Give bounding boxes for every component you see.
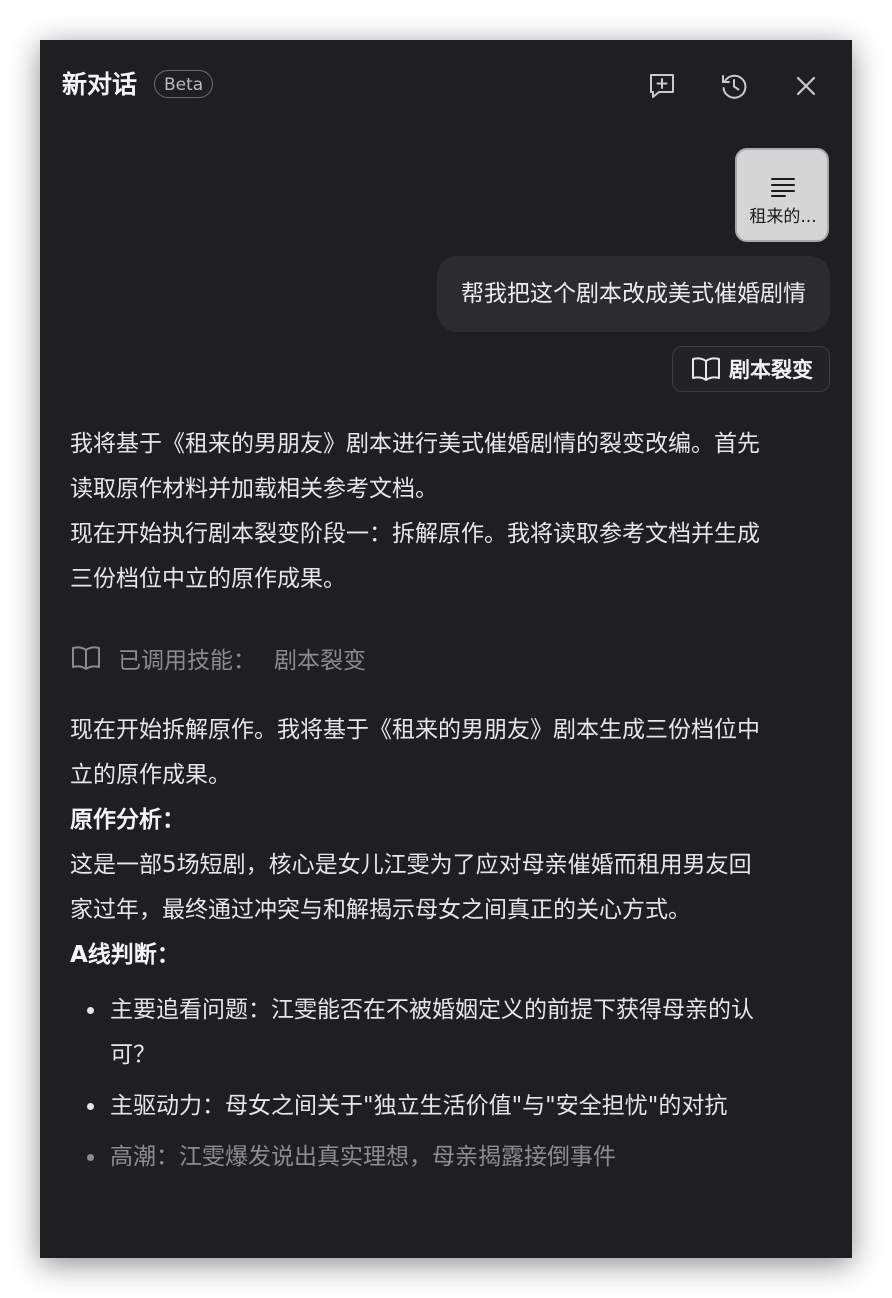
analysis-text: 这是一部5场短剧，核心是女儿江雯为了应对母亲催婚而租用男友回家过年，最终通过冲突… (70, 852, 752, 923)
panel-title: 新对话 (62, 70, 138, 99)
new-chat-icon (650, 74, 674, 98)
invoked-skill-name: 剧本裂变 (274, 648, 366, 674)
book-icon (72, 646, 100, 670)
invoked-label: 已调用技能： (118, 648, 256, 674)
intro-paragraph-2: 现在开始执行剧本裂变阶段一：拆解原作。我将读取参考文档并生成三份档位中立的原作成… (70, 521, 760, 592)
history-button[interactable] (714, 66, 754, 106)
new-chat-button[interactable] (642, 66, 682, 106)
close-icon (796, 76, 816, 96)
user-message: 帮我把这个剧本改成美式催婚剧情 (437, 256, 830, 332)
close-button[interactable] (786, 66, 826, 106)
skill-chip[interactable]: 剧本裂变 (672, 346, 830, 392)
analysis-intro: 现在开始拆解原作。我将基于《租来的男朋友》剧本生成三份档位中立的原作成果。 (70, 717, 760, 788)
intro-paragraph-1: 我将基于《租来的男朋友》剧本进行美式催婚剧情的裂变改编。首先读取原作材料并加载相… (70, 431, 760, 502)
skill-chip-label: 剧本裂变 (729, 358, 813, 382)
a-line-heading: A线判断： (70, 942, 180, 968)
attachment-card[interactable]: 租来的... (735, 148, 829, 242)
book-icon (692, 357, 720, 381)
analysis-heading: 原作分析： (70, 807, 185, 833)
attachment-name: 租来的... (749, 207, 817, 227)
document-lines-icon (771, 178, 795, 197)
skill-invoked-row[interactable]: 已调用技能： 剧本裂变 (70, 636, 366, 680)
list-item: 主驱动力：母女之间关于"独立生活价值"与"安全担忧"的对抗 (70, 1084, 770, 1129)
list-item: 主要追看问题：江雯能否在不被婚姻定义的前提下获得母亲的认可？ (70, 988, 770, 1078)
chat-panel: 新对话 Beta 租来的... 帮我把这个剧本改成美式催婚剧情 剧本裂变 我将基… (40, 40, 852, 1258)
a-line-list: 主要追看问题：江雯能否在不被婚姻定义的前提下获得母亲的认可？ 主驱动力：母女之间… (70, 988, 770, 1180)
history-icon (722, 74, 747, 99)
list-item: 高潮：江雯爆发说出真实理想，母亲揭露接倒事件 (70, 1135, 770, 1180)
assistant-intro: 我将基于《租来的男朋友》剧本进行美式催婚剧情的裂变改编。首先读取原作材料并加载相… (70, 422, 770, 602)
beta-badge: Beta (154, 70, 214, 98)
assistant-analysis: 现在开始拆解原作。我将基于《租来的男朋友》剧本生成三份档位中立的原作成果。 原作… (70, 708, 770, 1186)
panel-header: 新对话 Beta (40, 40, 852, 130)
